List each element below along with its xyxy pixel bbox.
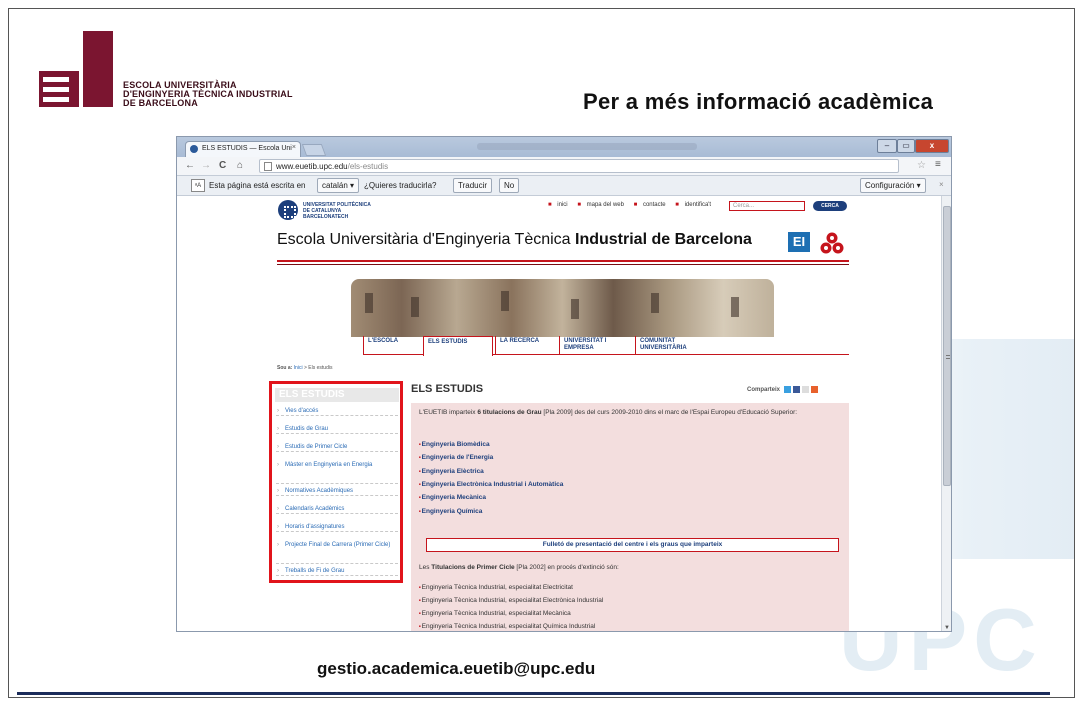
- share-bar: Comparteix: [747, 386, 818, 393]
- menu-item-vies-acces[interactable]: Vies d'accés: [276, 408, 398, 416]
- home-icon[interactable]: ⌂: [237, 160, 243, 171]
- bookmark-star-icon[interactable]: ☆: [917, 160, 926, 171]
- no-translate-button[interactable]: No: [499, 178, 520, 193]
- translate-bar: ᵃA Esta página está escrita en catalán ▾…: [177, 176, 951, 196]
- minimize-button[interactable]: –: [877, 139, 897, 153]
- twitter-icon[interactable]: [783, 386, 791, 393]
- language-select[interactable]: catalán ▾: [317, 178, 360, 193]
- tab-comunitat[interactable]: COMUNITAT UNIVERSITÀRIA: [635, 336, 725, 355]
- degree-link[interactable]: Enginyeria Biomèdica: [419, 438, 563, 451]
- title-rule: [277, 260, 849, 262]
- share-label: Comparteix: [747, 387, 781, 394]
- tab-estudis[interactable]: ELS ESTUDIS: [423, 336, 493, 356]
- left-menu-heading: ELS ESTUDIS: [275, 388, 399, 402]
- site-search-input[interactable]: Cerca...: [729, 201, 805, 211]
- degree-link[interactable]: Enginyeria de l'Energia: [419, 451, 563, 464]
- reload-icon[interactable]: C: [219, 160, 226, 171]
- url-host: www.euetib.upc.edu: [276, 162, 348, 171]
- menu-item-normatives[interactable]: Normatives Acadèmiques: [276, 488, 398, 496]
- menu-item-projecte[interactable]: Projecte Final de Carrera (Primer Cicle): [276, 542, 398, 564]
- slide: ESCOLA UNIVERSITÀRIA D'ENGINYERIA TÈCNIC…: [8, 8, 1075, 698]
- tab-strip: ELS ESTUDIS — Escola Uni × – ▭ x: [177, 137, 951, 157]
- menu-item-primer-cicle[interactable]: Estudis de Primer Cicle: [276, 444, 398, 452]
- breadcrumb-home[interactable]: Inici: [294, 365, 303, 371]
- list-item: Enginyeria Tècnica Industrial, especiali…: [419, 607, 603, 620]
- degree-link[interactable]: Enginyeria Electrònica Industrial i Auto…: [419, 478, 564, 491]
- url-path: /els-estudis: [347, 162, 389, 171]
- top-links: ■ inici ■ mapa del web ■ contacte ■ iden…: [548, 202, 719, 208]
- ei-site-logo-icon[interactable]: EI: [788, 232, 810, 252]
- site-title: Escola Universitària d'Enginyeria Tècnic…: [277, 231, 752, 248]
- forward-icon[interactable]: →: [201, 160, 211, 171]
- scrollbar-thumb[interactable]: [943, 206, 951, 486]
- list-item: Enginyeria Tècnica Industrial, especiali…: [419, 594, 604, 607]
- top-link-contacte[interactable]: ■ contacte: [634, 202, 670, 208]
- tab-title: ELS ESTUDIS — Escola Uni: [202, 145, 292, 152]
- menu-item-estudis-grau[interactable]: Estudis de Grau: [276, 426, 398, 434]
- bottom-rule: [17, 692, 1050, 695]
- main-nav: L'ESCOLA ELS ESTUDIS LA RECERCA UNIVERSI…: [363, 336, 849, 356]
- translate-button[interactable]: Traducir: [453, 178, 493, 193]
- translate-close-icon[interactable]: ×: [939, 180, 944, 189]
- menu-item-horaris[interactable]: Horaris d'assignatures: [276, 524, 398, 532]
- translate-question: ¿Quieres traducirla?: [364, 181, 437, 190]
- email-share-icon[interactable]: [801, 386, 809, 393]
- tab-close-icon[interactable]: ×: [292, 144, 296, 151]
- address-bar[interactable]: www.euetib.upc.edu/els-estudis: [259, 159, 899, 173]
- title-rule-dark: [277, 264, 849, 265]
- maximize-button[interactable]: ▭: [897, 139, 915, 153]
- plus-share-icon[interactable]: [810, 386, 818, 393]
- upc-name: UNIVERSITAT POLITÈCNICA DE CATALUNYA BAR…: [303, 202, 371, 220]
- degree-link[interactable]: Enginyeria Química: [419, 505, 563, 518]
- content-box: L'EUETIB imparteix 6 titulacions de Grau…: [411, 403, 849, 631]
- building-banner: [351, 279, 774, 337]
- site-search-button[interactable]: CERCA: [813, 201, 847, 211]
- vertical-scrollbar[interactable]: ▼: [941, 196, 951, 631]
- facebook-icon[interactable]: [792, 386, 800, 393]
- back-icon[interactable]: ←: [185, 160, 195, 171]
- tab-universitat-empresa[interactable]: UNIVERSITAT I EMPRESA: [559, 336, 633, 355]
- old-degree-list: Enginyeria Tècnica Industrial, especiali…: [419, 581, 604, 631]
- tab-escola[interactable]: L'ESCOLA: [363, 336, 421, 355]
- list-item: Enginyeria Tècnica Industrial, especiali…: [419, 581, 603, 594]
- new-tab-button[interactable]: [301, 144, 327, 156]
- upc-logo-icon[interactable]: [278, 200, 298, 220]
- degree-list: Enginyeria Biomèdica Enginyeria de l'Ene…: [419, 438, 564, 518]
- menu-item-treballs[interactable]: Treballs de Fi de Grau: [276, 568, 398, 576]
- contact-email: gestio.academica.euetib@upc.edu: [317, 659, 596, 678]
- top-link-identificat[interactable]: ■ identifica't: [675, 202, 715, 208]
- menu-icon[interactable]: ≡: [935, 159, 941, 170]
- browser-window: ELS ESTUDIS — Escola Uni × – ▭ x ← → C ⌂…: [176, 136, 952, 632]
- degree-link[interactable]: Enginyeria Mecànica: [419, 491, 563, 504]
- close-window-button[interactable]: x: [915, 139, 949, 153]
- menu-item-calendaris[interactable]: Calendaris Acadèmics: [276, 506, 398, 514]
- ei-logo-icon: [39, 31, 113, 107]
- degree-link[interactable]: Enginyeria Elèctrica: [419, 465, 563, 478]
- page-icon: [264, 162, 272, 171]
- left-menu-highlight: ELS ESTUDIS Vies d'accés Estudis de Grau…: [269, 381, 403, 583]
- translate-settings-button[interactable]: Configuración ▾: [860, 178, 926, 193]
- tab-recerca[interactable]: LA RECERCA: [495, 336, 557, 355]
- page-viewport: UNIVERSITAT POLITÈCNICA DE CATALUNYA BAR…: [177, 196, 941, 631]
- intro-text: L'EUETIB imparteix 6 titulacions de Grau…: [419, 409, 798, 416]
- menu-item-master[interactable]: Màster en Enginyeria en Energia: [276, 462, 398, 484]
- list-item: Enginyeria Tècnica Industrial, especiali…: [419, 620, 603, 631]
- top-link-mapa[interactable]: ■ mapa del web: [577, 202, 628, 208]
- industrial-logo-icon[interactable]: [820, 232, 844, 254]
- main-heading: ELS ESTUDIS: [411, 383, 484, 395]
- favicon-icon: [190, 145, 198, 153]
- window-title-blur: [477, 143, 697, 150]
- browser-toolbar: ← → C ⌂ www.euetib.upc.edu/els-estudis ☆…: [177, 157, 951, 176]
- browser-tab[interactable]: ELS ESTUDIS — Escola Uni ×: [185, 141, 301, 157]
- school-name: ESCOLA UNIVERSITÀRIA D'ENGINYERIA TÈCNIC…: [123, 80, 293, 108]
- translate-icon: ᵃA: [191, 179, 205, 192]
- translate-message: Esta página está escrita en: [209, 181, 306, 190]
- brochure-link[interactable]: Fulletó de presentació del centre i els …: [426, 538, 839, 552]
- breadcrumb: Sou a: Inici > Els estudis: [277, 365, 333, 371]
- slide-title: Per a més informació acadèmica: [583, 89, 934, 114]
- first-cycle-text: Les Titulacions de Primer Cicle [Pla 200…: [419, 564, 619, 571]
- top-link-inici[interactable]: ■ inici: [548, 202, 572, 208]
- scroll-down-icon[interactable]: ▼: [944, 625, 950, 631]
